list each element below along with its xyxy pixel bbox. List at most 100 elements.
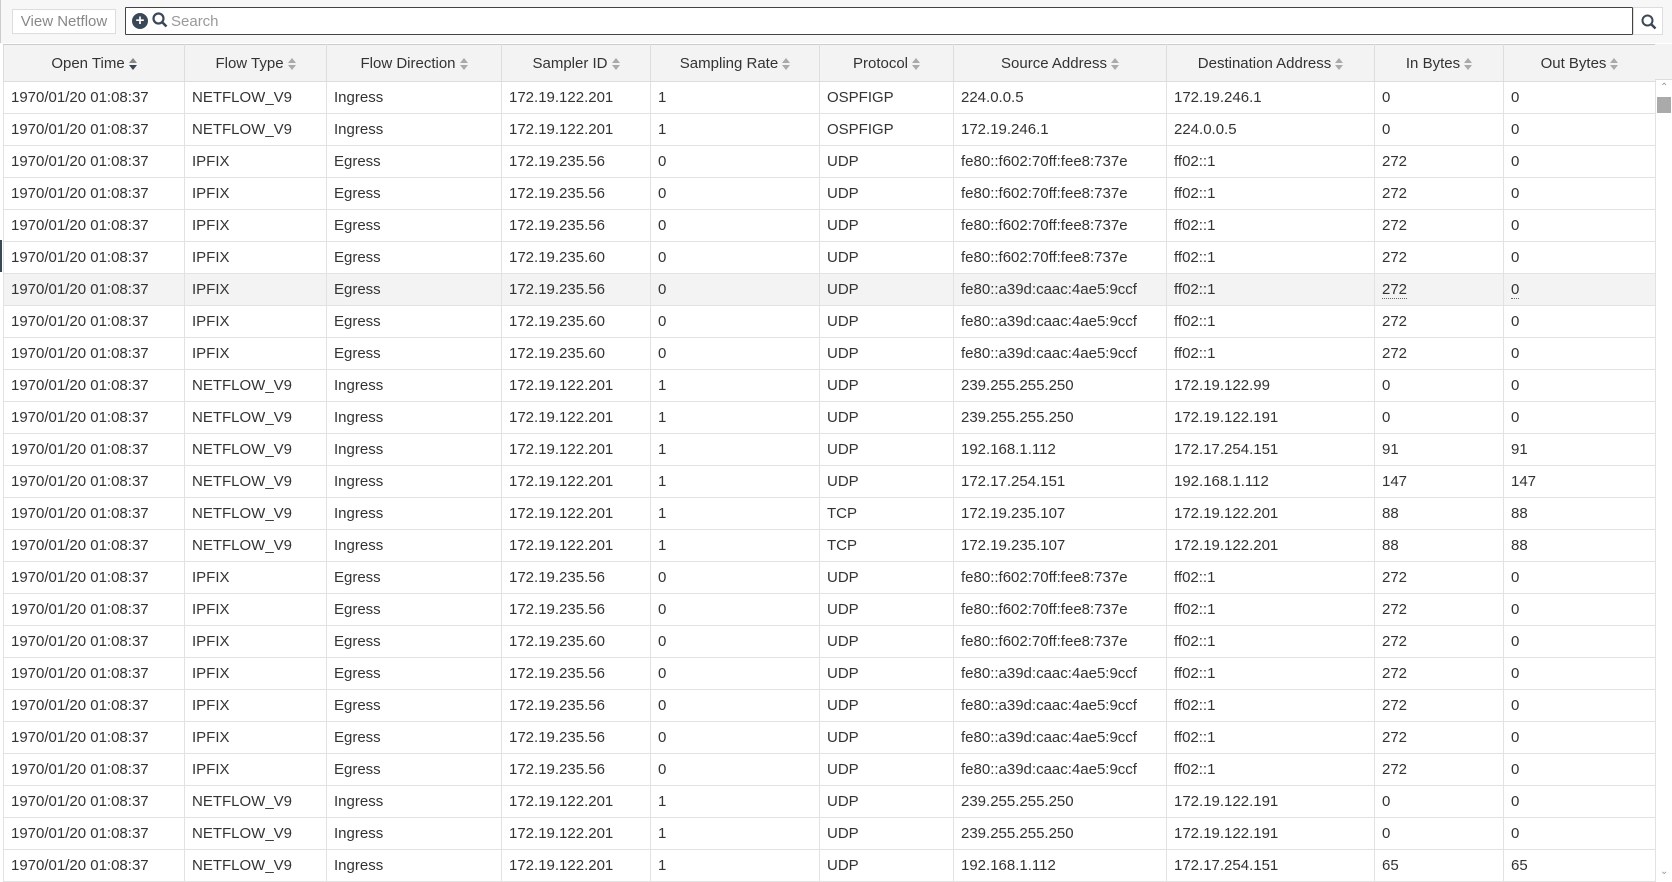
search-box[interactable]: + bbox=[125, 7, 1633, 35]
sort-icon[interactable] bbox=[459, 57, 468, 70]
table-row[interactable]: 1970/01/20 01:08:37 NETFLOW_V9 Ingress 172.… bbox=[3, 113, 1656, 146]
cell-destination-address: ff02::1 bbox=[1166, 305, 1375, 338]
cell-text: 1970/01/20 01:08:37 bbox=[11, 857, 149, 874]
table-row[interactable]: 1970/01/20 01:08:37 NETFLOW_V9 Ingress 172.… bbox=[3, 497, 1656, 530]
table-row[interactable]: 1970/01/20 01:08:37 NETFLOW_V9 Ingress 172.… bbox=[3, 529, 1656, 562]
cell-text: ff02::1 bbox=[1174, 697, 1216, 714]
search-icon bbox=[1641, 14, 1657, 30]
column-header-flow-type[interactable]: Flow Type bbox=[184, 44, 327, 82]
vertical-scrollbar[interactable]: ⌃ ⌄ bbox=[1655, 80, 1672, 879]
sort-icon[interactable] bbox=[611, 57, 620, 70]
table-row[interactable]: 1970/01/20 01:08:37 IPFIX Egress 172.19.235… bbox=[3, 337, 1656, 370]
cell-text: 172.19.235.107 bbox=[961, 537, 1066, 554]
column-header-sampling-rate[interactable]: Sampling Rate bbox=[650, 44, 820, 82]
cell-text: UDP bbox=[827, 313, 859, 330]
cell-destination-address: 172.19.122.201 bbox=[1166, 497, 1375, 530]
add-filter-icon[interactable]: + bbox=[132, 13, 148, 29]
search-button[interactable] bbox=[1633, 7, 1663, 35]
sort-icon[interactable] bbox=[1335, 57, 1344, 70]
column-header-protocol[interactable]: Protocol bbox=[819, 44, 954, 82]
cell-text: fe80::f602:70ff:fee8:737e bbox=[961, 569, 1128, 586]
cell-open-time: 1970/01/20 01:08:37 bbox=[3, 497, 185, 530]
cell-sampler-id: 172.19.235.60 bbox=[501, 305, 651, 338]
column-header-sampler-id[interactable]: Sampler ID bbox=[501, 44, 651, 82]
column-header-destination-address[interactable]: Destination Address bbox=[1166, 44, 1375, 82]
cell-open-time: 1970/01/20 01:08:37 bbox=[3, 721, 185, 754]
table-row[interactable]: 1970/01/20 01:08:37 IPFIX Egress 172.19.235… bbox=[3, 209, 1656, 242]
cell-sampling-rate: 1 bbox=[650, 433, 820, 466]
table-row[interactable]: 1970/01/20 01:08:37 NETFLOW_V9 Ingress 172.… bbox=[3, 369, 1656, 402]
cell-sampling-rate: 0 bbox=[650, 689, 820, 722]
table-row[interactable]: 1970/01/20 01:08:37 IPFIX Egress 172.19.235… bbox=[3, 241, 1656, 274]
table-row[interactable]: 1970/01/20 01:08:37 NETFLOW_V9 Ingress 172.… bbox=[3, 465, 1656, 498]
table-row[interactable]: 1970/01/20 01:08:37 IPFIX Egress 172.19.235… bbox=[3, 721, 1656, 754]
cell-flow-direction: Ingress bbox=[326, 817, 502, 850]
table-row[interactable]: 1970/01/20 01:08:37 IPFIX Egress 172.19.235… bbox=[3, 657, 1656, 690]
search-icon bbox=[152, 12, 168, 28]
table-row[interactable]: 1970/01/20 01:08:37 IPFIX Egress 172.19.235… bbox=[3, 177, 1656, 210]
search-input[interactable] bbox=[171, 10, 1611, 32]
cell-text: 172.19.122.201 bbox=[509, 825, 614, 842]
table-row[interactable]: 1970/01/20 01:08:37 IPFIX Egress 172.19.235… bbox=[3, 273, 1656, 306]
view-netflow-button[interactable]: View Netflow bbox=[12, 9, 116, 34]
column-header-flow-direction[interactable]: Flow Direction bbox=[326, 44, 502, 82]
cell-open-time: 1970/01/20 01:08:37 bbox=[3, 433, 185, 466]
cell-in-bytes: 0 bbox=[1374, 369, 1504, 402]
scrollbar-thumb[interactable] bbox=[1657, 97, 1671, 113]
cell-out-bytes: 147 bbox=[1503, 465, 1656, 498]
cell-text: 1970/01/20 01:08:37 bbox=[11, 473, 149, 490]
cell-text: ff02::1 bbox=[1174, 345, 1216, 362]
column-header-in-bytes[interactable]: In Bytes bbox=[1374, 44, 1504, 82]
cell-text: OSPFIGP bbox=[827, 89, 894, 106]
cell-sampling-rate: 0 bbox=[650, 593, 820, 626]
cell-sampler-id: 172.19.235.56 bbox=[501, 689, 651, 722]
table-row[interactable]: 1970/01/20 01:08:37 NETFLOW_V9 Ingress 172.… bbox=[3, 433, 1656, 466]
cell-destination-address: ff02::1 bbox=[1166, 689, 1375, 722]
column-header-out-bytes[interactable]: Out Bytes bbox=[1503, 44, 1656, 82]
cell-protocol: UDP bbox=[819, 849, 954, 882]
table-row[interactable]: 1970/01/20 01:08:37 IPFIX Egress 172.19.235… bbox=[3, 593, 1656, 626]
sort-icon[interactable] bbox=[912, 57, 921, 70]
cell-protocol: UDP bbox=[819, 465, 954, 498]
cell-text: NETFLOW_V9 bbox=[192, 409, 293, 426]
table-row[interactable]: 1970/01/20 01:08:37 NETFLOW_V9 Ingress 172.… bbox=[3, 785, 1656, 818]
sort-icon[interactable] bbox=[782, 57, 791, 70]
table-row[interactable]: 1970/01/20 01:08:37 IPFIX Egress 172.19.235… bbox=[3, 561, 1656, 594]
cell-out-bytes: 0 bbox=[1503, 721, 1656, 754]
table-row[interactable]: 1970/01/20 01:08:37 NETFLOW_V9 Ingress 172.… bbox=[3, 817, 1656, 850]
cell-in-bytes: 272 bbox=[1374, 273, 1504, 306]
table-row[interactable]: 1970/01/20 01:08:37 IPFIX Egress 172.19.235… bbox=[3, 689, 1656, 722]
column-header-open-time[interactable]: Open Time bbox=[3, 44, 185, 82]
sort-icon[interactable] bbox=[1110, 57, 1119, 70]
cell-text: 0 bbox=[1511, 569, 1520, 586]
cell-flow-direction: Egress bbox=[326, 753, 502, 786]
table-row[interactable]: 1970/01/20 01:08:37 NETFLOW_V9 Ingress 172.… bbox=[3, 401, 1656, 434]
sort-icon[interactable] bbox=[128, 57, 137, 70]
sort-icon[interactable] bbox=[287, 57, 296, 70]
cell-text: ff02::1 bbox=[1174, 665, 1216, 682]
table-row[interactable]: 1970/01/20 01:08:37 NETFLOW_V9 Ingress 172.… bbox=[3, 81, 1656, 114]
sort-icon[interactable] bbox=[1610, 57, 1619, 70]
cell-text: 1970/01/20 01:08:37 bbox=[11, 537, 149, 554]
cell-open-time: 1970/01/20 01:08:37 bbox=[3, 593, 185, 626]
cell-flow-direction: Egress bbox=[326, 273, 502, 306]
sort-icon[interactable] bbox=[1464, 57, 1473, 70]
table-row[interactable]: 1970/01/20 01:08:37 IPFIX Egress 172.19.235… bbox=[3, 625, 1656, 658]
cell-text: UDP bbox=[827, 473, 859, 490]
cell-text: UDP bbox=[827, 185, 859, 202]
cell-destination-address: 172.17.254.151 bbox=[1166, 433, 1375, 466]
table-row[interactable]: 1970/01/20 01:08:37 IPFIX Egress 172.19.235… bbox=[3, 145, 1656, 178]
table-row[interactable]: 1970/01/20 01:08:37 IPFIX Egress 172.19.235… bbox=[3, 305, 1656, 338]
cell-text: Egress bbox=[334, 761, 381, 778]
cell-text: Egress bbox=[334, 601, 381, 618]
cell-protocol: UDP bbox=[819, 273, 954, 306]
table-row[interactable]: 1970/01/20 01:08:37 NETFLOW_V9 Ingress 172.… bbox=[3, 849, 1656, 882]
scroll-up-icon[interactable]: ⌃ bbox=[1660, 82, 1668, 93]
column-header-source-address[interactable]: Source Address bbox=[953, 44, 1167, 82]
cell-flow-direction: Egress bbox=[326, 145, 502, 178]
cell-text: 1 bbox=[658, 857, 667, 874]
cell-in-bytes: 272 bbox=[1374, 337, 1504, 370]
scroll-down-icon[interactable]: ⌄ bbox=[1660, 866, 1668, 877]
table-row[interactable]: 1970/01/20 01:08:37 IPFIX Egress 172.19.235… bbox=[3, 753, 1656, 786]
cell-sampling-rate: 1 bbox=[650, 113, 820, 146]
